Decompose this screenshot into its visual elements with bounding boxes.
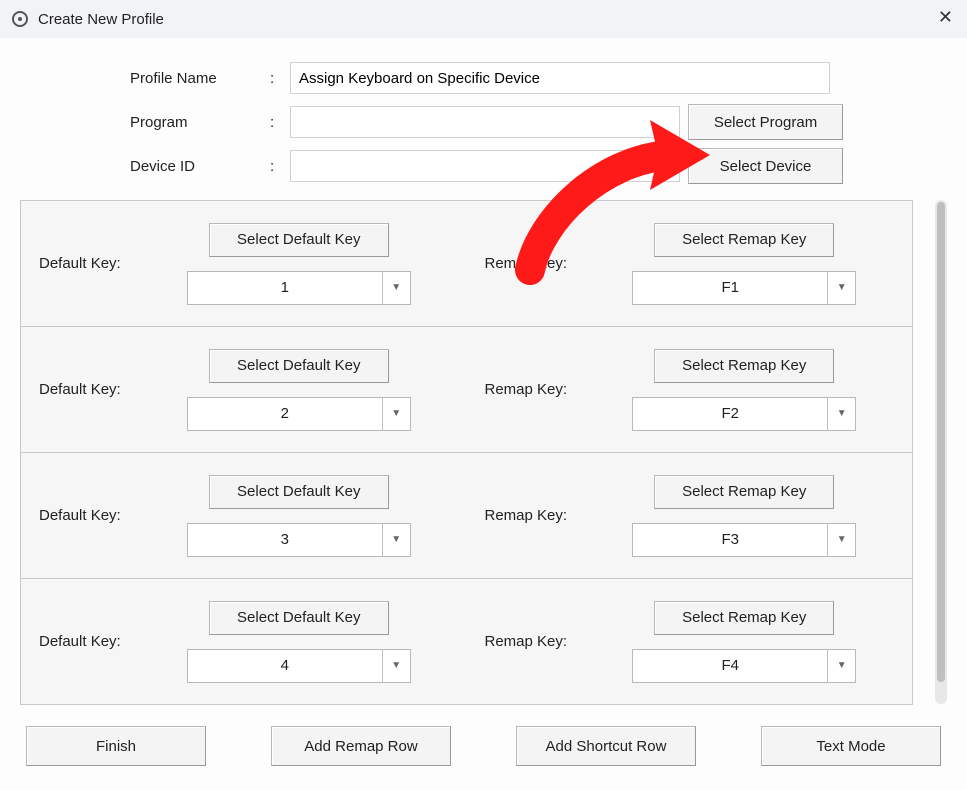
select-remap-key-button[interactable]: Select Remap Key — [654, 601, 834, 635]
chevron-down-icon: ▼ — [827, 272, 855, 304]
chevron-down-icon: ▼ — [382, 650, 410, 682]
remap-key-select[interactable]: F3 ▼ — [632, 523, 856, 557]
chevron-down-icon: ▼ — [382, 398, 410, 430]
default-key-select[interactable]: 2 ▼ — [187, 397, 411, 431]
default-key-value: 1 — [188, 279, 382, 296]
default-key-controls: Select Default Key 4 ▼ — [149, 601, 449, 683]
remap-rows-list: Default Key: Select Default Key 1 ▼ Rema… — [20, 200, 913, 704]
chevron-down-icon: ▼ — [827, 650, 855, 682]
close-icon[interactable]: ✕ — [938, 8, 953, 26]
remap-key-select[interactable]: F2 ▼ — [632, 397, 856, 431]
titlebar: Create New Profile ✕ — [0, 0, 967, 38]
remap-key-controls: Select Remap Key F2 ▼ — [595, 349, 895, 431]
default-key-controls: Select Default Key 1 ▼ — [149, 223, 449, 305]
select-remap-key-button[interactable]: Select Remap Key — [654, 349, 834, 383]
remap-key-select[interactable]: F4 ▼ — [632, 649, 856, 683]
finish-button[interactable]: Finish — [26, 726, 206, 766]
remap-key-value: F3 — [633, 531, 827, 548]
remap-row: Default Key: Select Default Key 2 ▼ Rema… — [20, 326, 913, 453]
select-default-key-button[interactable]: Select Default Key — [209, 475, 389, 509]
colon: : — [270, 158, 290, 175]
chevron-down-icon: ▼ — [827, 524, 855, 556]
app-icon — [12, 11, 28, 27]
default-key-label: Default Key: — [39, 381, 149, 398]
remap-key-controls: Select Remap Key F3 ▼ — [595, 475, 895, 557]
remap-key-value: F2 — [633, 405, 827, 422]
remap-key-label: Remap Key: — [485, 507, 595, 524]
default-key-select[interactable]: 1 ▼ — [187, 271, 411, 305]
select-device-button[interactable]: Select Device — [688, 148, 843, 184]
select-default-key-button[interactable]: Select Default Key — [209, 601, 389, 635]
select-default-key-button[interactable]: Select Default Key — [209, 223, 389, 257]
add-remap-row-button[interactable]: Add Remap Row — [271, 726, 451, 766]
program-label: Program — [130, 114, 270, 131]
remap-key-value: F4 — [633, 657, 827, 674]
content-area: Profile Name : Program : Select Program … — [0, 38, 967, 784]
profile-name-row: Profile Name : — [130, 56, 857, 100]
default-key-controls: Select Default Key 2 ▼ — [149, 349, 449, 431]
scrollbar-thumb[interactable] — [937, 202, 945, 682]
profile-name-label: Profile Name — [130, 70, 270, 87]
remap-key-label: Remap Key: — [485, 381, 595, 398]
device-id-label: Device ID — [130, 158, 270, 175]
vertical-scrollbar[interactable] — [935, 200, 947, 704]
remap-key-half: Remap Key: Select Remap Key F3 ▼ — [467, 453, 913, 578]
remap-row: Default Key: Select Default Key 4 ▼ Rema… — [20, 578, 913, 705]
chevron-down-icon: ▼ — [827, 398, 855, 430]
add-shortcut-row-button[interactable]: Add Shortcut Row — [516, 726, 696, 766]
select-remap-key-button[interactable]: Select Remap Key — [654, 223, 834, 257]
remap-key-label: Remap Key: — [485, 255, 595, 272]
device-id-row: Device ID : Select Device — [130, 144, 857, 188]
default-key-half: Default Key: Select Default Key 3 ▼ — [21, 453, 467, 578]
colon: : — [270, 70, 290, 87]
remap-rows-container: Default Key: Select Default Key 1 ▼ Rema… — [20, 200, 947, 704]
profile-form: Profile Name : Program : Select Program … — [20, 56, 947, 188]
default-key-value: 4 — [188, 657, 382, 674]
default-key-select[interactable]: 3 ▼ — [187, 523, 411, 557]
select-default-key-button[interactable]: Select Default Key — [209, 349, 389, 383]
default-key-half: Default Key: Select Default Key 1 ▼ — [21, 201, 467, 326]
default-key-label: Default Key: — [39, 507, 149, 524]
chevron-down-icon: ▼ — [382, 524, 410, 556]
remap-key-select[interactable]: F1 ▼ — [632, 271, 856, 305]
remap-key-controls: Select Remap Key F4 ▼ — [595, 601, 895, 683]
default-key-label: Default Key: — [39, 633, 149, 650]
default-key-select[interactable]: 4 ▼ — [187, 649, 411, 683]
default-key-controls: Select Default Key 3 ▼ — [149, 475, 449, 557]
colon: : — [270, 114, 290, 131]
footer-buttons: Finish Add Remap Row Add Shortcut Row Te… — [20, 726, 947, 766]
window-title: Create New Profile — [38, 11, 164, 28]
remap-key-value: F1 — [633, 279, 827, 296]
chevron-down-icon: ▼ — [382, 272, 410, 304]
select-remap-key-button[interactable]: Select Remap Key — [654, 475, 834, 509]
remap-row: Default Key: Select Default Key 1 ▼ Rema… — [20, 200, 913, 327]
default-key-value: 3 — [188, 531, 382, 548]
default-key-half: Default Key: Select Default Key 2 ▼ — [21, 327, 467, 452]
default-key-value: 2 — [188, 405, 382, 422]
remap-key-label: Remap Key: — [485, 633, 595, 650]
remap-key-half: Remap Key: Select Remap Key F2 ▼ — [467, 327, 913, 452]
profile-name-input[interactable] — [290, 62, 830, 94]
remap-key-controls: Select Remap Key F1 ▼ — [595, 223, 895, 305]
text-mode-button[interactable]: Text Mode — [761, 726, 941, 766]
remap-key-half: Remap Key: Select Remap Key F1 ▼ — [467, 201, 913, 326]
program-row: Program : Select Program — [130, 100, 857, 144]
remap-row: Default Key: Select Default Key 3 ▼ Rema… — [20, 452, 913, 579]
default-key-label: Default Key: — [39, 255, 149, 272]
device-id-input[interactable] — [290, 150, 680, 182]
program-input[interactable] — [290, 106, 680, 138]
remap-key-half: Remap Key: Select Remap Key F4 ▼ — [467, 579, 913, 704]
default-key-half: Default Key: Select Default Key 4 ▼ — [21, 579, 467, 704]
select-program-button[interactable]: Select Program — [688, 104, 843, 140]
